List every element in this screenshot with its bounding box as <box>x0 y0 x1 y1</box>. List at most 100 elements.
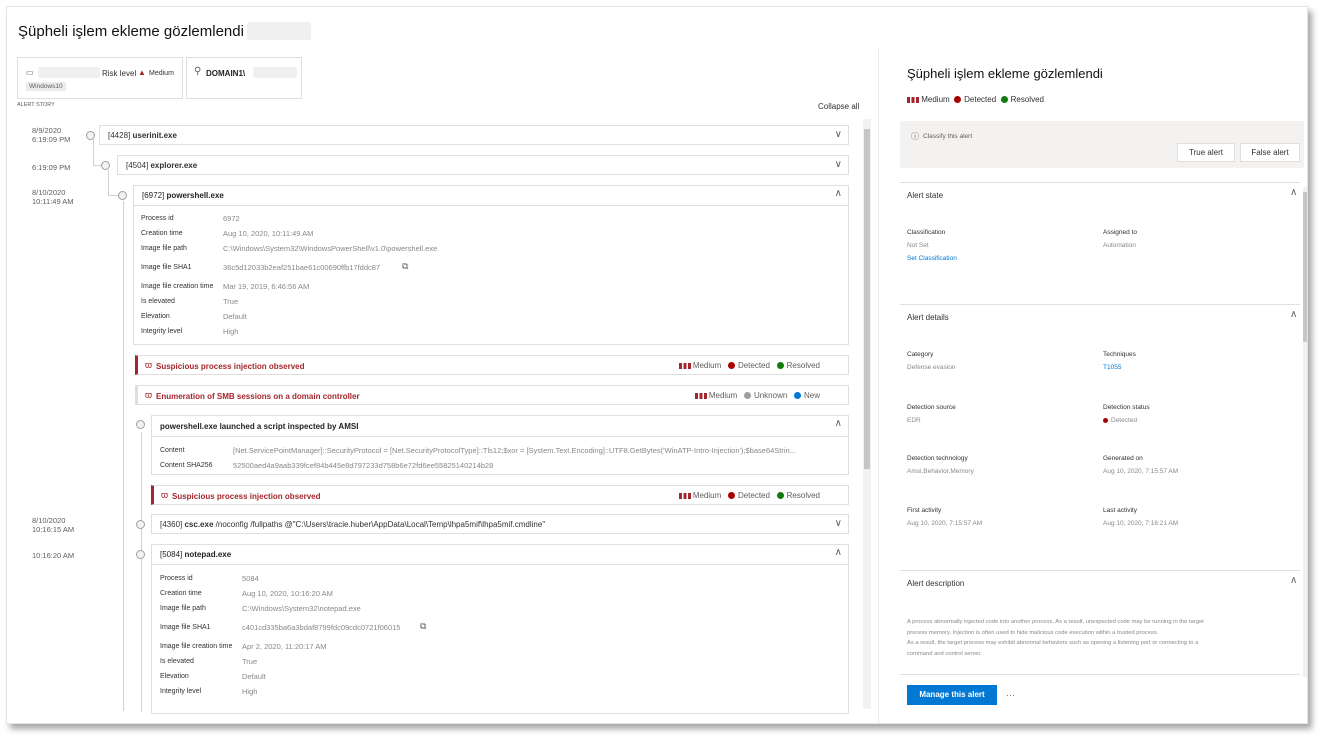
false-alert-button[interactable]: False alert <box>1240 143 1300 162</box>
detection-status-value: Detected <box>1103 417 1137 424</box>
risk-level-label: Risk level <box>102 69 137 78</box>
assigned-key: Assigned to <box>1103 229 1137 236</box>
alert-state-header[interactable]: Alert state <box>907 191 943 200</box>
detected-dot-icon <box>954 96 962 104</box>
severity-icon <box>907 96 919 103</box>
detail-key: Elevation <box>160 673 189 680</box>
status-label: Resolved <box>1010 95 1044 104</box>
last-activity-key: Last activity <box>1103 507 1137 514</box>
alert-description-header[interactable]: Alert description <box>907 579 964 588</box>
page-title: Şüpheli işlem ekleme gözlemlendi <box>18 23 244 40</box>
device-icon: ▭ <box>26 68 34 77</box>
process-card-powershell[interactable]: [6972] powershell.exe ∧ Process id 6972 … <box>133 185 849 345</box>
amsi-card[interactable]: powershell.exe launched a script inspect… <box>151 415 849 475</box>
panel-scrollbar[interactable] <box>1303 187 1307 677</box>
detected-dot-icon <box>727 362 735 370</box>
techniques-key: Techniques <box>1103 351 1136 358</box>
tree-line <box>93 139 94 165</box>
user-card[interactable]: ⚲ DOMAIN1\ <box>186 57 302 99</box>
chevron-down-icon[interactable]: ∨ <box>835 518 842 529</box>
process-card-notepad[interactable]: [5084] notepad.exe ∧ Process id 5084 Cre… <box>151 544 849 714</box>
tree-node <box>101 161 110 170</box>
copy-icon[interactable]: ⧉ <box>420 621 426 632</box>
detection-status-key: Detection status <box>1103 404 1150 411</box>
resolved-dot-icon <box>776 492 784 500</box>
scrollbar-thumb[interactable] <box>1303 192 1307 342</box>
chevron-down-icon[interactable]: ∨ <box>835 129 842 140</box>
manage-alert-button[interactable]: Manage this alert <box>907 685 997 705</box>
chevron-up-icon[interactable]: ∧ <box>1290 575 1297 586</box>
detail-key: Process id <box>160 575 193 582</box>
first-activity-value: Aug 10, 2020, 7:15:57 AM <box>907 520 983 527</box>
severity-icon <box>678 492 691 499</box>
severity-label: Medium <box>708 391 738 400</box>
process-id: [5084] <box>160 550 183 559</box>
detail-value: High <box>223 327 239 336</box>
redacted-user-name <box>253 67 297 78</box>
tree-line <box>141 432 142 712</box>
resolved-dot-icon <box>1000 96 1008 104</box>
detail-value: 52500aed4a9aab339fcef84b445e8d797233d758… <box>233 461 494 470</box>
chevron-up-icon[interactable]: ∧ <box>835 188 842 199</box>
chevron-up-icon[interactable]: ∧ <box>1290 187 1297 198</box>
detail-value: Aug 10, 2020, 10:16:20 AM <box>242 589 333 598</box>
tree-node <box>118 191 127 200</box>
info-icon: ⓘ <box>911 132 919 141</box>
status-label: Resolved <box>786 361 820 370</box>
timeline-date: 6:19:09 PM <box>32 163 71 172</box>
detail-value: c401cd335ba6a3bdaf8799fdc09cdc0721f06015 <box>242 623 401 632</box>
scrollbar-thumb[interactable] <box>864 129 870 469</box>
process-name: notepad.exe <box>184 550 232 559</box>
device-card[interactable]: ▭ Risk level ▲ Medium Windows10 <box>17 57 183 99</box>
tree-node <box>86 131 95 140</box>
tree-line <box>108 170 109 195</box>
alert-row-smb[interactable]: ϖ Enumeration of SMB sessions on a domai… <box>135 385 849 405</box>
detail-key: Image file SHA1 <box>141 264 192 271</box>
chevron-down-icon[interactable]: ∨ <box>835 159 842 170</box>
chevron-up-icon[interactable]: ∧ <box>835 547 842 558</box>
techniques-link[interactable]: T1055 <box>1103 364 1121 371</box>
alert-row-injection[interactable]: ϖ Suspicious process injection observed … <box>135 355 849 375</box>
tree-line <box>123 201 124 711</box>
collapse-all-button[interactable]: Collapse all <box>818 102 859 111</box>
detail-value: Aug 10, 2020, 10:11:49 AM <box>223 229 314 238</box>
process-id: [6972] <box>142 191 165 200</box>
timeline-date: 8/10/2020 10:16:15 AM <box>32 516 75 534</box>
alert-row-injection-2[interactable]: ϖ Suspicious process injection observed … <box>151 485 849 505</box>
alert-title: Suspicious process injection observed <box>156 362 305 371</box>
process-row-userinit[interactable]: [4428] userinit.exe ∨ <box>99 125 849 145</box>
status-label: New <box>803 391 820 400</box>
detail-key: Is elevated <box>160 658 194 665</box>
severity-label: Medium <box>692 491 722 500</box>
detail-key: Image file path <box>160 605 206 612</box>
detail-value: High <box>242 687 258 696</box>
process-row-explorer[interactable]: [4504] explorer.exe ∨ <box>117 155 849 175</box>
detail-key: Image file creation time <box>141 283 214 290</box>
chevron-up-icon[interactable]: ∧ <box>835 418 842 429</box>
timeline-date: 8/10/2020 10:11:49 AM <box>32 188 74 206</box>
true-alert-button[interactable]: True alert <box>1177 143 1235 162</box>
tree-node <box>136 420 145 429</box>
detail-key: Integrity level <box>141 328 183 335</box>
story-scrollbar[interactable] <box>863 119 871 709</box>
detection-source-key: Detection source <box>907 404 956 411</box>
detail-value: True <box>242 657 258 666</box>
detection-label: Detected <box>964 95 997 104</box>
pane-divider <box>878 47 879 723</box>
detail-key: Creation time <box>160 590 202 597</box>
process-row-csc[interactable]: [4360] csc.exe /noconfig /fullpaths @"C:… <box>151 514 849 534</box>
detail-value: C:\Windows\System32\WindowsPowerShell\v1… <box>223 244 438 253</box>
alert-title: Suspicious process injection observed <box>172 492 321 501</box>
user-name: DOMAIN1\ <box>206 69 246 78</box>
severity-label: Medium <box>921 95 950 104</box>
chevron-up-icon[interactable]: ∧ <box>1290 309 1297 320</box>
set-classification-link[interactable]: Set Classification <box>907 255 957 262</box>
user-icon: ⚲ <box>194 66 202 77</box>
more-options-button[interactable]: ··· <box>1006 690 1015 700</box>
classify-label: Classify this alert <box>923 133 973 140</box>
detection-source-value: EDR <box>907 417 921 424</box>
alert-details-header[interactable]: Alert details <box>907 313 949 322</box>
risk-level-value: Medium <box>149 70 174 77</box>
copy-icon[interactable]: ⧉ <box>402 261 408 272</box>
severity-icon <box>694 392 707 399</box>
